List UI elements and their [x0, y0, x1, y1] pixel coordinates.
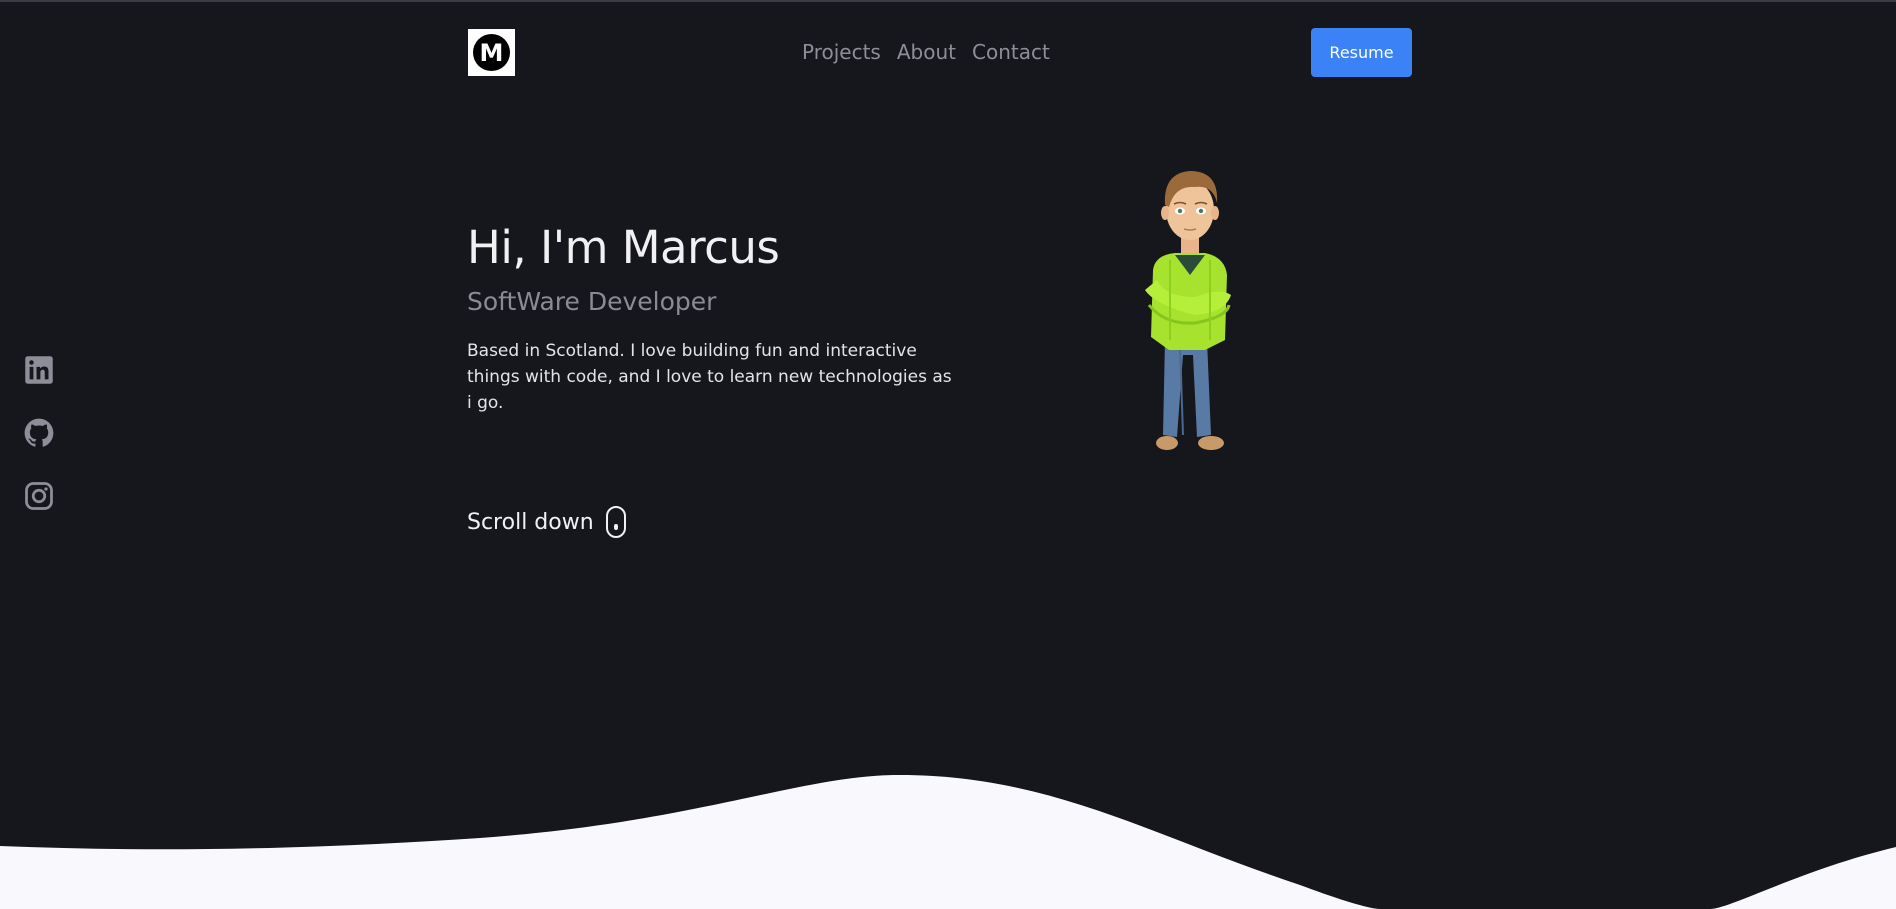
mouse-icon — [605, 506, 626, 538]
scroll-down-link[interactable]: Scroll down — [467, 506, 626, 538]
github-icon[interactable] — [24, 418, 54, 448]
hero-subtitle: SoftWare Developer — [467, 287, 717, 316]
instagram-icon[interactable] — [24, 481, 54, 511]
main-nav: Projects About Contact — [802, 38, 1050, 66]
nav-link-about[interactable]: About — [897, 38, 956, 66]
hero-title: Hi, I'm Marcus — [467, 221, 780, 274]
nav-link-contact[interactable]: Contact — [972, 38, 1050, 66]
linkedin-icon[interactable] — [24, 355, 54, 385]
avatar-illustration — [1145, 171, 1231, 450]
resume-button[interactable]: Resume — [1311, 28, 1412, 77]
social-links — [24, 355, 54, 511]
top-border — [0, 0, 1896, 2]
hero-description: Based in Scotland. I love building fun a… — [467, 341, 952, 413]
nav-link-projects[interactable]: Projects — [802, 38, 881, 66]
logo-letter: M — [473, 34, 510, 71]
logo[interactable]: M — [468, 29, 515, 76]
wave-divider — [0, 775, 1896, 909]
scroll-down-label: Scroll down — [467, 509, 594, 535]
